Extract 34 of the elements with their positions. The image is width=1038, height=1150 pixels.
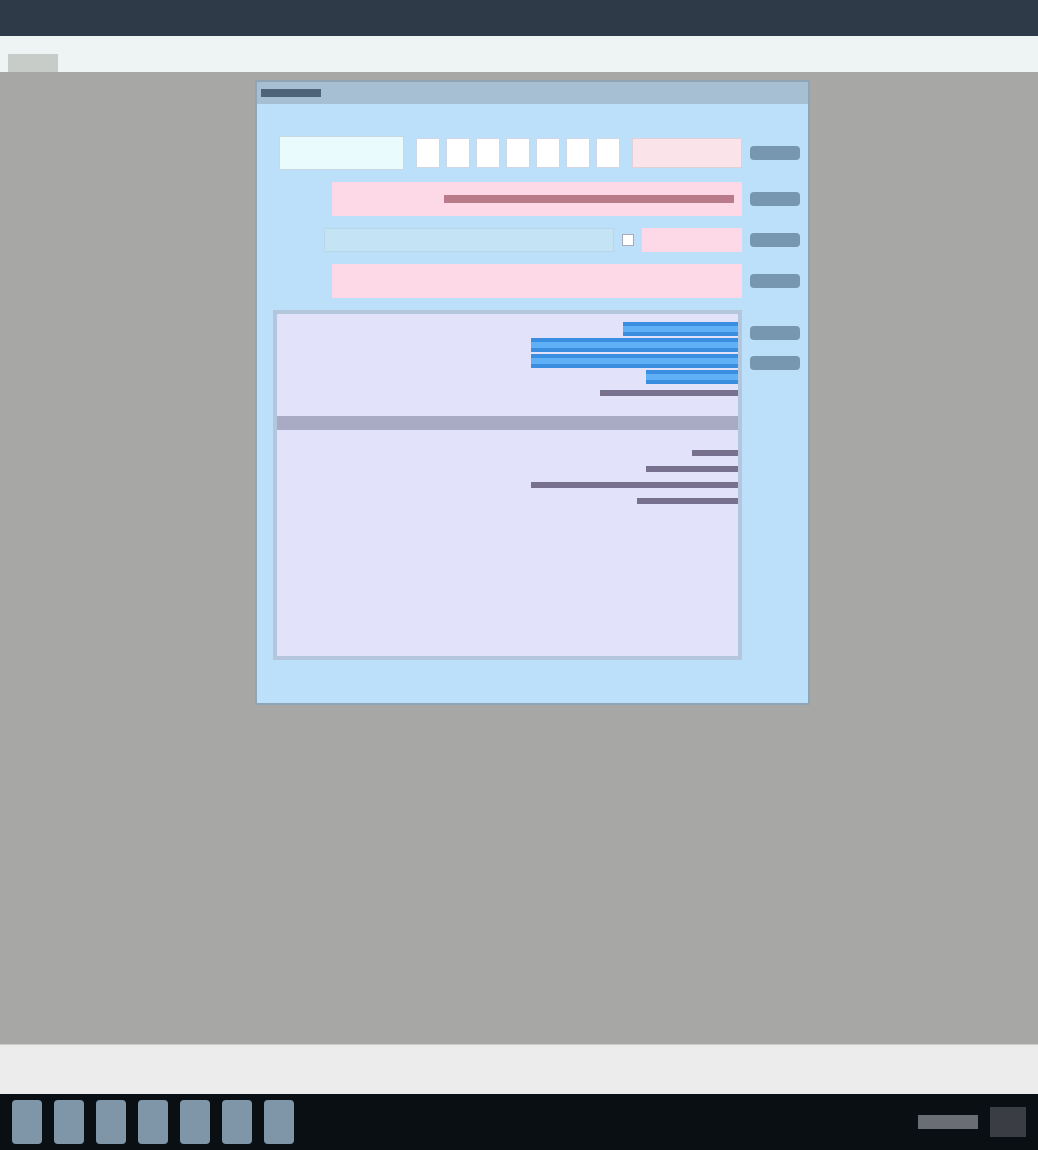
input-field[interactable] [332,264,742,298]
list-item[interactable] [623,322,738,336]
input-field[interactable] [642,228,742,252]
list-item[interactable] [646,370,738,384]
blurred-label [750,192,800,206]
digit-box[interactable] [476,138,500,168]
app-icon[interactable] [12,1100,42,1144]
digit-box[interactable] [536,138,560,168]
tray-icon[interactable] [918,1115,978,1129]
blurred-label [750,146,800,160]
blurred-label [750,356,800,370]
tab[interactable] [8,54,58,72]
input-field[interactable] [332,182,742,216]
input-field[interactable] [632,138,742,168]
blurred-label [750,274,800,288]
app-icon[interactable] [222,1100,252,1144]
list-item[interactable] [531,354,738,368]
digit-box[interactable] [566,138,590,168]
input-field[interactable] [279,136,404,170]
clock [990,1107,1026,1137]
app-icon[interactable] [180,1100,210,1144]
blurred-label [750,326,800,340]
app-icon[interactable] [54,1100,84,1144]
list-item[interactable] [531,338,738,352]
checkbox[interactable] [622,234,634,246]
app-icon[interactable] [138,1100,168,1144]
digit-box[interactable] [506,138,530,168]
blurred-label [750,233,800,247]
digit-box[interactable] [596,138,620,168]
app-icon[interactable] [96,1100,126,1144]
digit-box[interactable] [446,138,470,168]
blurred-title [261,89,321,97]
digit-box[interactable] [416,138,440,168]
app-icon[interactable] [264,1100,294,1144]
